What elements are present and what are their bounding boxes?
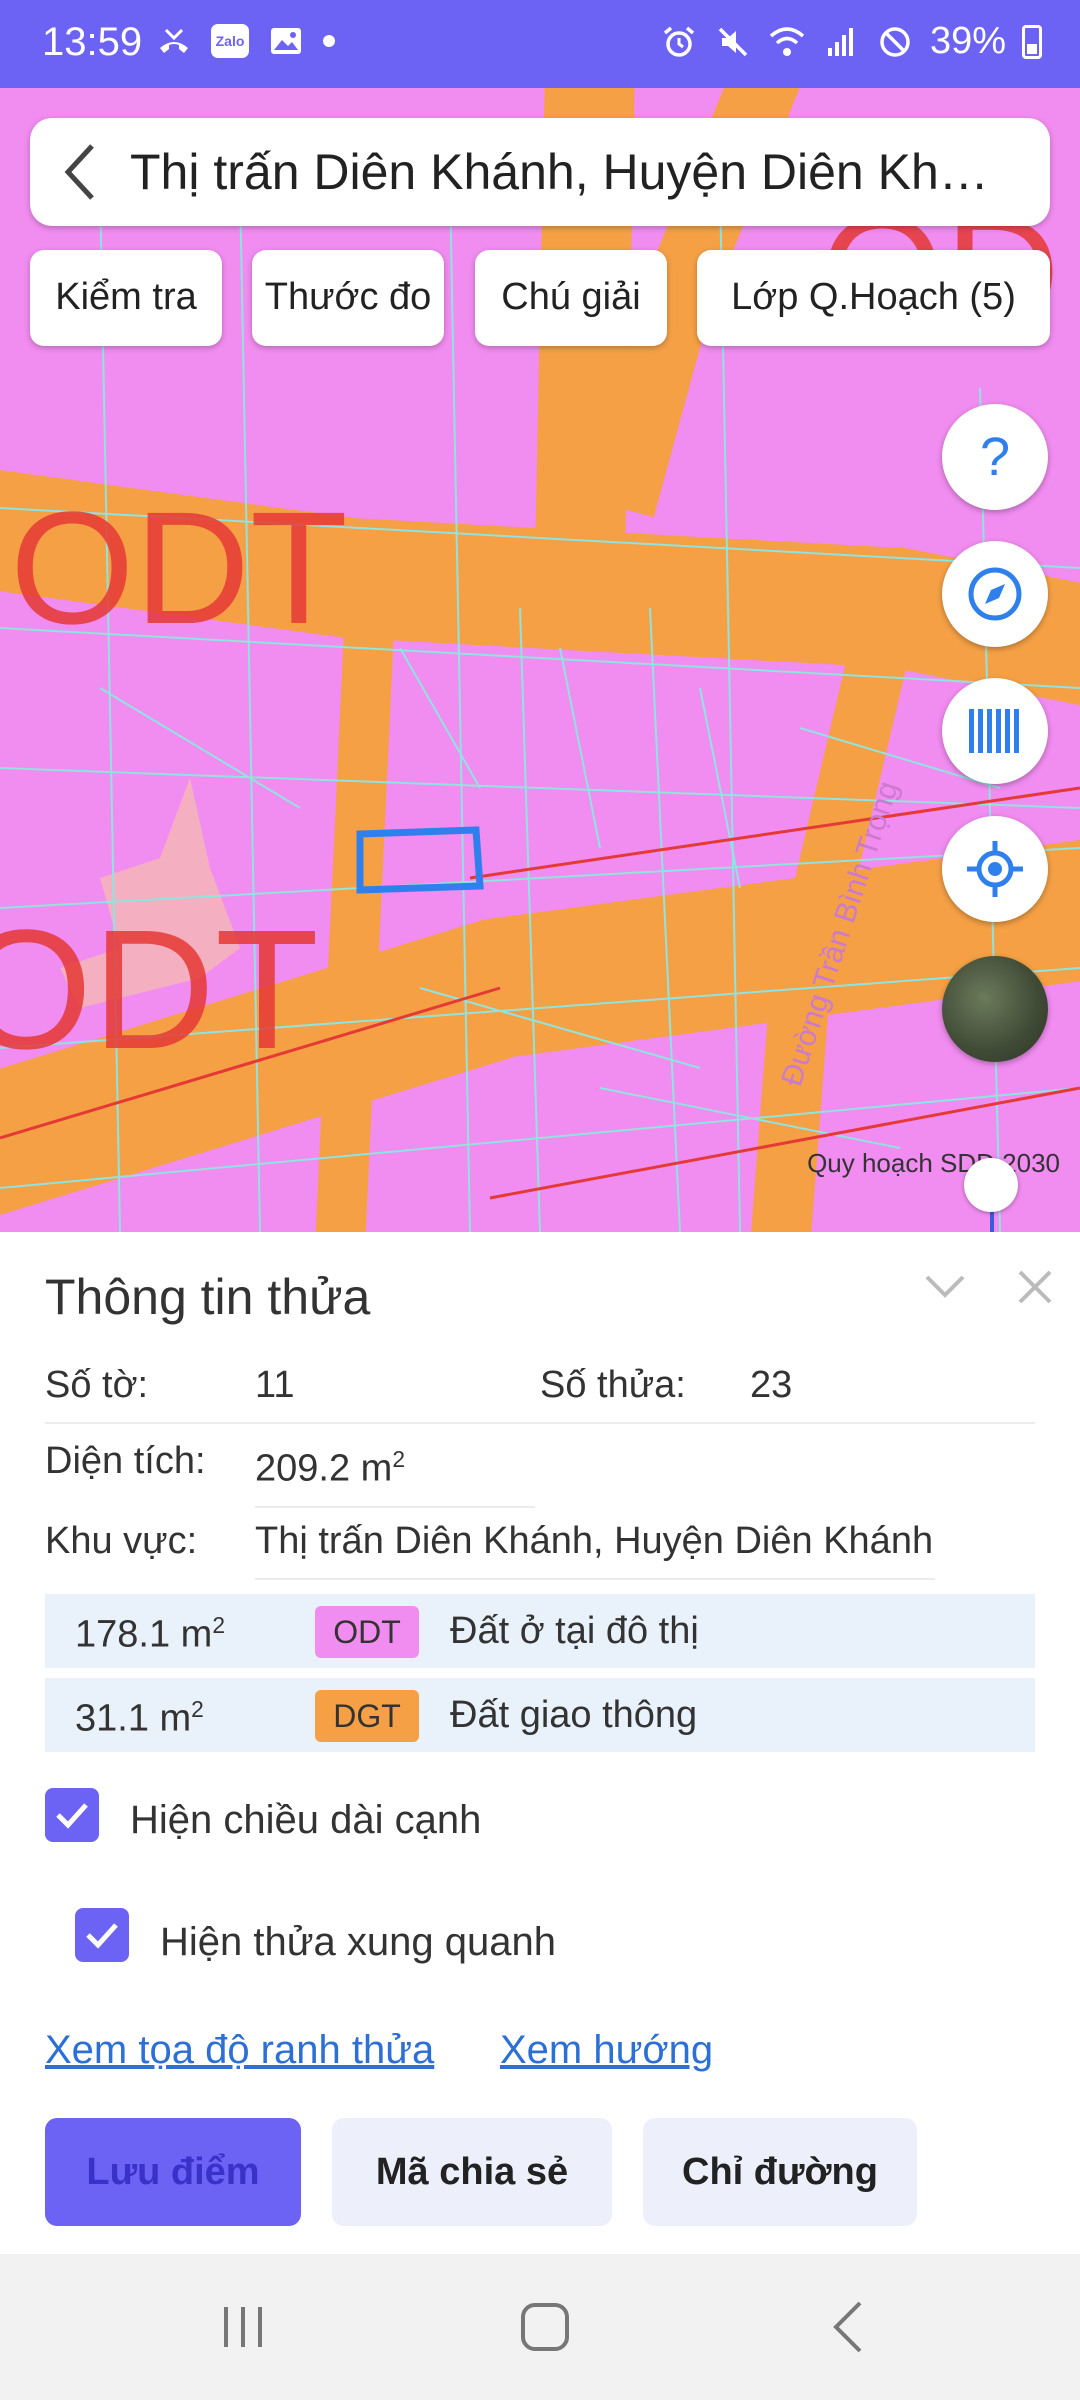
area-superscript: 2 <box>212 1612 225 1638</box>
land-use-area-value: 178.1 m <box>75 1613 213 1656</box>
compass-icon <box>968 567 1022 621</box>
value-khu-vuc: Thị trấn Diên Khánh, Huyện Diên Khánh <box>255 1520 934 1562</box>
checkmark-icon <box>86 1923 118 1949</box>
label-so-to: Số tờ: <box>45 1364 149 1406</box>
alarm-icon <box>660 23 698 61</box>
search-location-text[interactable]: Thị trấn Diên Khánh, Huyện Diên Kh… <box>130 143 1030 201</box>
no-disturb-icon <box>876 23 914 61</box>
help-button[interactable]: ? <box>942 404 1048 510</box>
divider <box>255 1578 935 1580</box>
chevron-left-icon <box>64 144 94 200</box>
divider <box>255 1506 535 1508</box>
search-bar[interactable]: Thị trấn Diên Khánh, Huyện Diên Kh… <box>30 118 1050 226</box>
missed-call-icon <box>155 22 193 60</box>
mute-icon <box>714 23 752 61</box>
chip-check[interactable]: Kiểm tra <box>30 250 222 346</box>
checkbox-surrounding-parcels[interactable] <box>75 1908 129 1962</box>
checkmark-icon <box>56 1803 88 1829</box>
back-button[interactable] <box>30 118 130 226</box>
parcel-info-sheet: Thông tin thửa Số tờ: 11 Số thửa: 23 Diệ… <box>0 1232 1080 2254</box>
label-so-thua: Số thửa: <box>540 1364 686 1406</box>
home-button[interactable] <box>485 2290 605 2364</box>
barcode-button[interactable] <box>942 678 1048 784</box>
home-icon <box>521 2303 569 2351</box>
recent-apps-icon <box>224 2307 262 2347</box>
land-use-row: 178.1 m2 ODT Đất ở tại đô thị <box>45 1594 1035 1668</box>
locate-button[interactable] <box>942 816 1048 922</box>
save-point-button[interactable]: Lưu điểm <box>45 2118 301 2226</box>
divider <box>45 1422 1035 1424</box>
label-khu-vuc: Khu vực: <box>45 1520 198 1562</box>
chip-legend[interactable]: Chú giải <box>475 250 667 346</box>
battery-icon <box>1022 24 1042 59</box>
back-icon <box>833 2301 862 2353</box>
value-dien-tich: 209.2 m2 <box>255 1446 405 1491</box>
view-boundary-coords-link[interactable]: Xem tọa độ ranh thửa <box>45 2028 434 2073</box>
barcode-icon <box>969 709 1019 753</box>
area-superscript: 2 <box>191 1696 204 1722</box>
map-label-odt-2: ODT <box>0 895 319 1085</box>
land-use-code-badge: ODT <box>315 1606 419 1658</box>
chip-planning-layers[interactable]: Lớp Q.Hoạch (5) <box>697 250 1050 346</box>
signal-icon <box>822 23 860 61</box>
status-bar: 13:59 Zalo 39% <box>0 0 1080 88</box>
system-nav-bar <box>0 2254 1080 2400</box>
land-use-area: 178.1 m2 <box>75 1612 225 1657</box>
back-nav-button[interactable] <box>788 2290 908 2364</box>
value-so-to: 11 <box>255 1364 295 1406</box>
label-dien-tich: Diện tích: <box>45 1440 206 1482</box>
collapse-button[interactable] <box>910 1252 980 1322</box>
recent-apps-button[interactable] <box>183 2290 303 2364</box>
land-use-description: Đất giao thông <box>450 1694 698 1736</box>
opacity-slider-handle[interactable] <box>964 1158 1018 1212</box>
clock: 13:59 <box>42 20 143 64</box>
wifi-icon <box>768 23 806 61</box>
area-number: 209.2 m <box>255 1447 393 1490</box>
chip-ruler[interactable]: Thước đo <box>252 250 444 346</box>
tool-chips: Kiểm tra Thước đo Chú giải Lớp Q.Hoạch (… <box>30 250 1050 346</box>
chevron-down-icon <box>925 1275 965 1298</box>
directions-button[interactable]: Chỉ đường <box>643 2118 917 2226</box>
help-icon: ? <box>980 427 1010 487</box>
land-use-code-badge: DGT <box>315 1690 419 1742</box>
dot-icon <box>323 35 335 47</box>
layer-label: Quy hoạch SDĐ 2030 <box>807 1148 1060 1178</box>
land-use-description: Đất ở tại đô thị <box>450 1610 699 1652</box>
checkbox-edge-length[interactable] <box>45 1788 99 1842</box>
svg-text:?: ? <box>980 427 1010 487</box>
view-direction-link[interactable]: Xem hướng <box>500 2028 713 2073</box>
battery-percent: 39% <box>929 20 1006 62</box>
land-use-row: 31.1 m2 DGT Đất giao thông <box>45 1678 1035 1752</box>
land-use-area-value: 31.1 m <box>75 1697 192 1740</box>
sheet-title: Thông tin thửa <box>45 1269 371 1325</box>
locate-icon <box>967 841 1023 897</box>
close-icon <box>1018 1270 1052 1304</box>
close-button[interactable] <box>1000 1252 1070 1322</box>
gallery-icon <box>267 22 305 60</box>
road-left <box>315 606 395 1232</box>
share-code-button[interactable]: Mã chia sẻ <box>332 2118 612 2226</box>
zalo-icon: Zalo <box>211 24 249 58</box>
land-use-area: 31.1 m2 <box>75 1696 204 1741</box>
value-so-thua: 23 <box>750 1364 793 1406</box>
map-label-odt-1: ODT <box>10 478 348 657</box>
satellite-icon[interactable] <box>942 956 1048 1062</box>
area-superscript: 2 <box>392 1446 405 1472</box>
checkbox-surrounding-parcels-label[interactable]: Hiện thửa xung quanh <box>160 1920 556 1965</box>
checkbox-edge-length-label[interactable]: Hiện chiều dài cạnh <box>130 1798 481 1843</box>
compass-button[interactable] <box>942 541 1048 647</box>
